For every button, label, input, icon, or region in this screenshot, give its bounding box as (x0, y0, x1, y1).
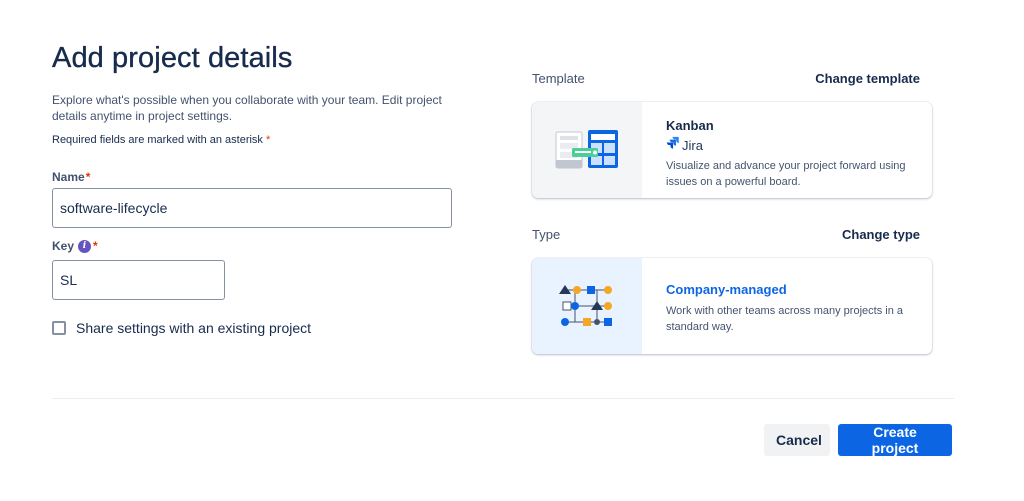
template-description: Visualize and advance your project forwa… (666, 160, 906, 188)
template-card-body: Kanban Jira Visualize and advance your p… (642, 102, 932, 198)
share-settings-checkbox-row[interactable]: Share settings with an existing project (52, 320, 311, 336)
name-label-text: Name (52, 170, 85, 184)
required-asterisk: * (265, 134, 271, 146)
kanban-board-illustration (532, 102, 642, 198)
cancel-button[interactable]: Cancel (764, 424, 830, 456)
template-section-title: Template (532, 71, 585, 86)
share-settings-label: Share settings with an existing project (76, 320, 312, 336)
type-card-body: Company-managed Work with other teams ac… (642, 258, 932, 354)
required-note-text: Required fields are marked with an aster… (52, 134, 263, 146)
change-template-link[interactable]: Change template (815, 71, 920, 86)
product-name: Jira (682, 137, 703, 153)
footer-divider (52, 398, 954, 399)
page-title: Add project details (52, 42, 293, 74)
key-required-asterisk: * (93, 239, 98, 253)
template-name: Kanban (666, 118, 714, 133)
key-label-text: Key (52, 239, 75, 253)
info-icon[interactable]: i (78, 239, 92, 253)
key-label: Key i * (52, 239, 98, 253)
type-section-title: Type (532, 227, 561, 242)
key-input[interactable] (52, 260, 225, 300)
type-card[interactable]: Company-managed Work with other teams ac… (532, 258, 932, 354)
type-name: Company-managed (666, 282, 787, 297)
name-label: Name * (52, 170, 90, 184)
company-managed-illustration (532, 258, 642, 354)
name-required-asterisk: * (85, 170, 91, 184)
intro-text: Explore what's possible when you collabo… (52, 93, 442, 123)
change-type-link[interactable]: Change type (842, 227, 920, 242)
share-settings-checkbox[interactable] (52, 321, 66, 335)
jira-logo-icon (666, 136, 679, 154)
required-note: Required fields are marked with an aster… (52, 134, 270, 146)
product-row: Jira (666, 136, 932, 154)
template-card[interactable]: Kanban Jira Visualize and advance your p… (532, 102, 932, 198)
type-description: Work with other teams across many projec… (666, 305, 903, 333)
name-input[interactable] (52, 188, 452, 228)
create-project-button[interactable]: Create project (838, 424, 952, 456)
